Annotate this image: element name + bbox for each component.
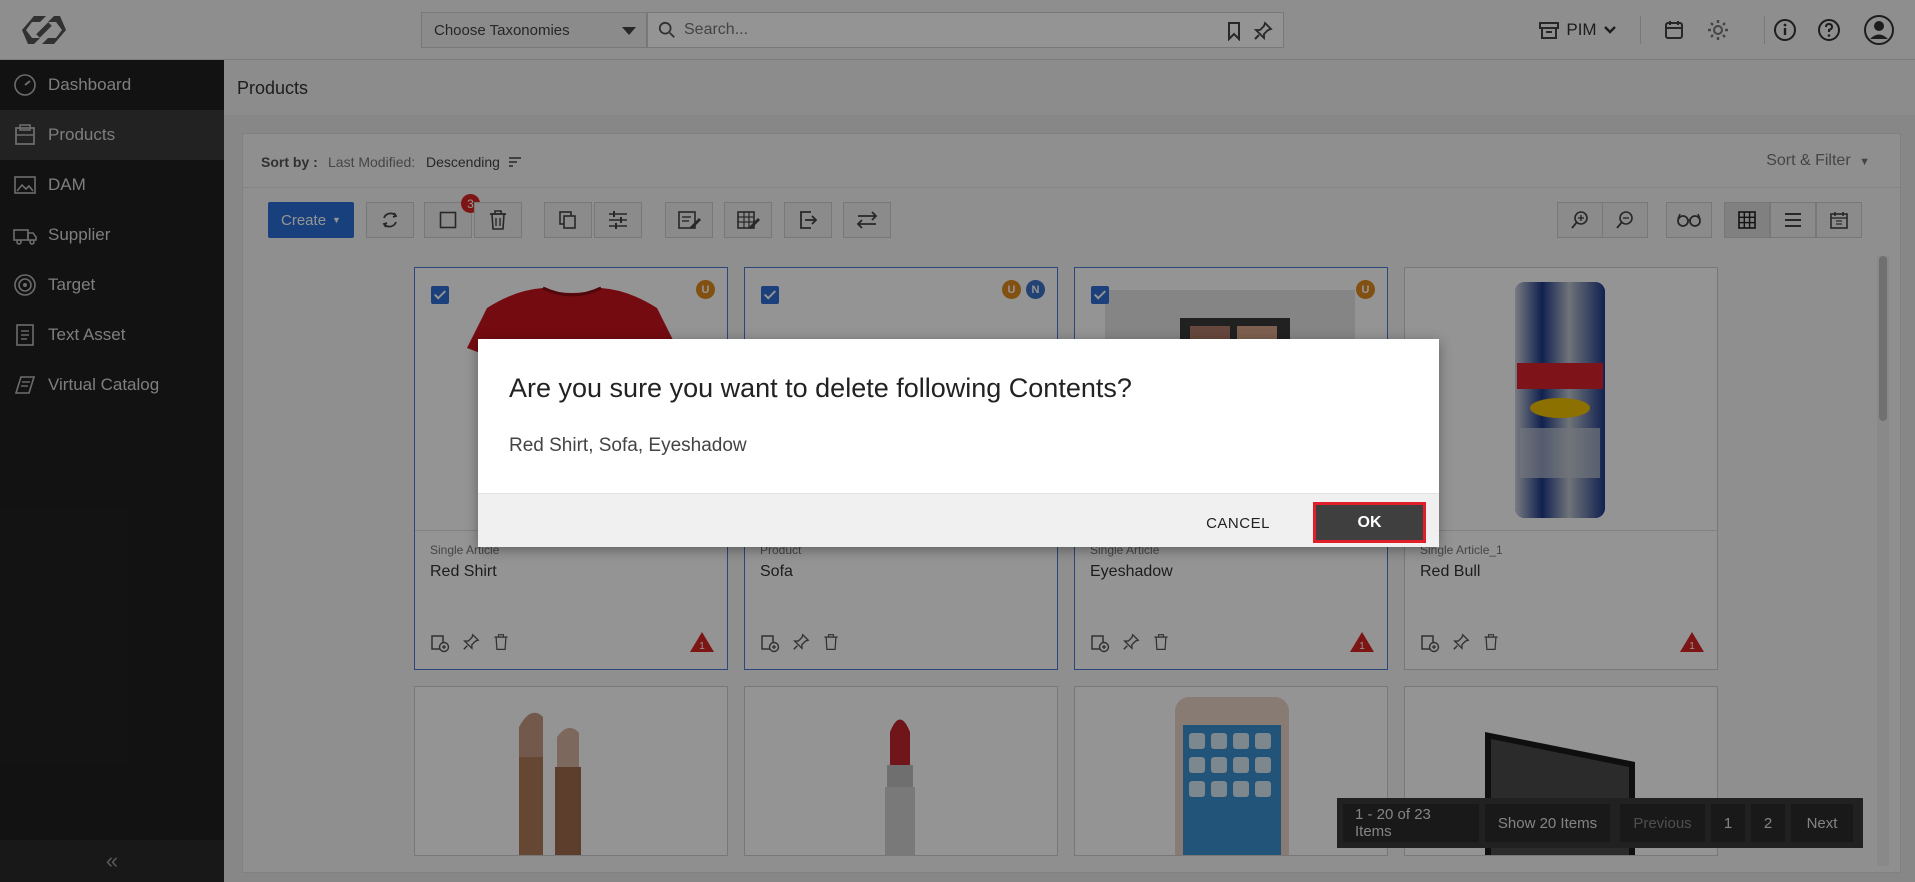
dialog-title: Are you sure you want to delete followin… [509, 373, 1132, 403]
delete-confirm-dialog: Are you sure you want to delete followin… [478, 339, 1439, 547]
ok-button[interactable]: OK [1313, 502, 1426, 543]
cancel-button[interactable]: CANCEL [1198, 508, 1278, 538]
dialog-message: Red Shirt, Sofa, Eyeshadow [509, 435, 747, 456]
dialog-footer: CANCEL OK [478, 493, 1439, 547]
